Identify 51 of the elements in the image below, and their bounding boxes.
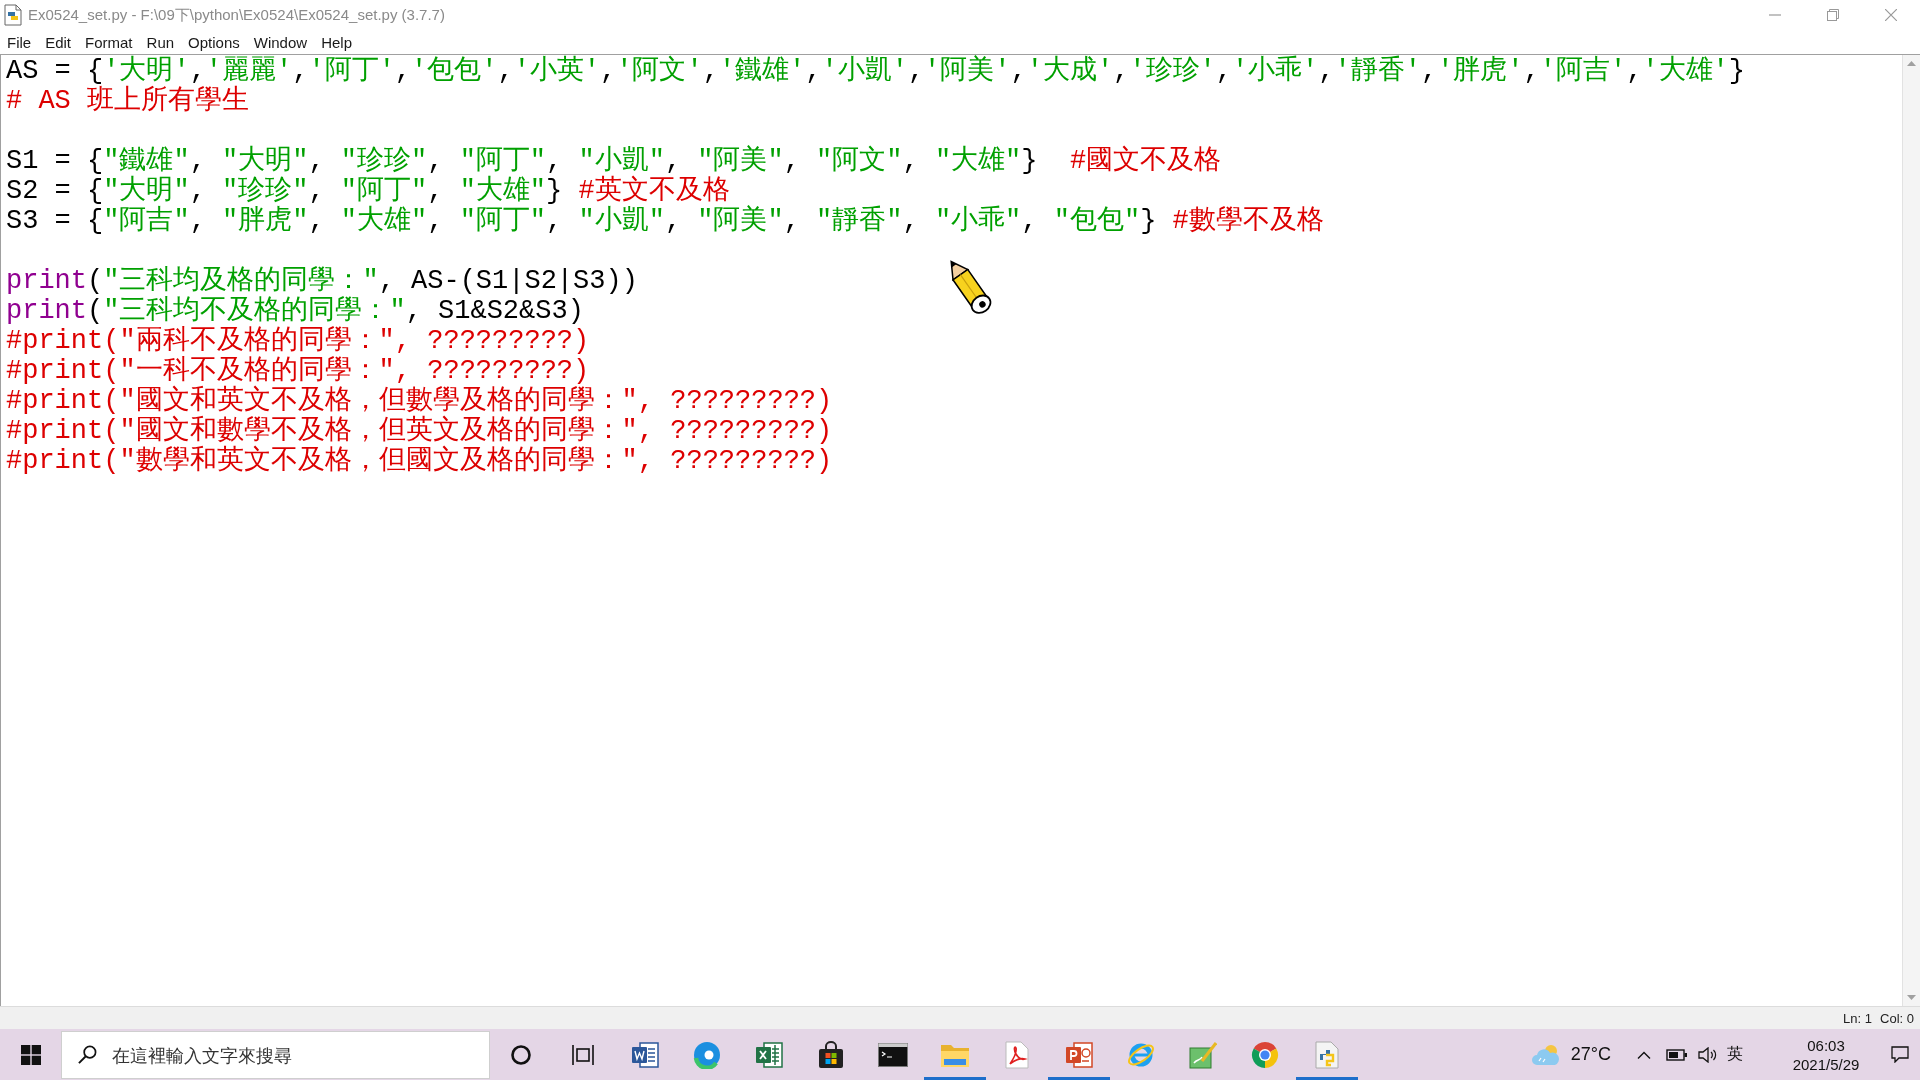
code-line: print("三科均及格的同學：", AS-(S1|S2|S3)) bbox=[6, 266, 638, 296]
terminal-icon bbox=[878, 1042, 908, 1067]
scroll-down-icon[interactable] bbox=[1907, 995, 1916, 1000]
status-text: Ln: 1 bbox=[1843, 1010, 1873, 1026]
input-language-indicator[interactable]: 英 bbox=[1727, 1044, 1743, 1065]
ring-icon[interactable] bbox=[511, 1044, 531, 1065]
browser-icon bbox=[1251, 1040, 1279, 1069]
close-icon[interactable] bbox=[1885, 9, 1897, 21]
clock-time[interactable]: 06:03 bbox=[1807, 1035, 1845, 1055]
task-view-icon[interactable] bbox=[572, 1044, 594, 1065]
menu-item[interactable]: Run bbox=[139, 33, 182, 51]
menu-item[interactable]: Options bbox=[181, 33, 247, 51]
code-line: S2 = {"大明", "珍珍", "阿丁", "大雄"} #英文不及格 bbox=[6, 176, 730, 206]
shopping-bag-icon bbox=[818, 1040, 844, 1069]
code-line: #print("一科不及格的同學：", ?????????) bbox=[6, 356, 590, 386]
code-line: #print("數學和英文不及格，但國文及格的同學：", ?????????) bbox=[6, 446, 833, 476]
presentation-icon bbox=[1065, 1041, 1093, 1068]
python-icon bbox=[1315, 1040, 1339, 1069]
menu-item[interactable]: Edit bbox=[38, 33, 79, 51]
browser-icon bbox=[693, 1040, 721, 1069]
search-field[interactable]: 在這裡輸入文字來搜尋 bbox=[61, 1031, 490, 1079]
restore-icon[interactable] bbox=[1827, 9, 1839, 21]
code-line: #print("國文和英文不及格，但數學及格的同學：", ?????????) bbox=[6, 386, 833, 416]
battery-icon[interactable] bbox=[1666, 1047, 1688, 1062]
menu-item[interactable]: Help bbox=[314, 33, 359, 51]
menu-item[interactable]: Window bbox=[246, 33, 315, 51]
chevron-up-icon[interactable] bbox=[1637, 1050, 1651, 1059]
pdf-icon bbox=[1005, 1040, 1029, 1069]
paint-icon bbox=[1189, 1040, 1217, 1069]
code-line: S1 = {"鐵雄", "大明", "珍珍", "阿丁", "小凱", "阿美", "阿文", "大雄"} #國文不及格 bbox=[6, 146, 1222, 176]
code-line: print("三科均不及格的同學：", S1&S2&S3) bbox=[6, 296, 584, 326]
status-text: Col: 0 bbox=[1880, 1010, 1914, 1026]
code-line: #print("兩科不及格的同學：", ?????????) bbox=[6, 326, 590, 356]
window-title: Ex0524_set.py - F:\09下\python\Ex0524\Ex0524_set.py (3.7.7) bbox=[28, 5, 445, 25]
code-line: #print("國文和數學不及格，但英文及格的同學：", ?????????) bbox=[6, 416, 833, 446]
scroll-up-icon[interactable] bbox=[1907, 61, 1916, 66]
word-processor-icon bbox=[631, 1041, 659, 1068]
notification-icon[interactable] bbox=[1891, 1046, 1909, 1063]
spreadsheet-icon bbox=[755, 1041, 783, 1068]
speaker-icon[interactable] bbox=[1698, 1046, 1717, 1063]
menu-item[interactable]: Format bbox=[78, 33, 140, 51]
clock-date[interactable]: 2021/5/29 bbox=[1792, 1054, 1860, 1074]
search-icon bbox=[78, 1045, 97, 1064]
vertical-scrollbar[interactable] bbox=[1902, 55, 1920, 1006]
code-line: # AS 班上所有學生 bbox=[6, 86, 249, 116]
menu-item[interactable]: File bbox=[0, 33, 39, 51]
start-icon[interactable] bbox=[20, 1044, 41, 1065]
weather-temperature[interactable]: 27°C bbox=[1570, 1044, 1611, 1065]
code-line: S3 = {"阿吉", "胖虎", "大雄", "阿丁", "小凱", "阿美", "靜香", "小乖", "包包"} #數學不及格 bbox=[6, 206, 1324, 236]
file-icon bbox=[3, 4, 23, 26]
code-line: AS = {'大明','麗麗','阿丁','包包','小英','阿文','鐵雄','小凱','阿美','大成','珍珍','小乖','靜香','胖虎','阿吉','大雄'} bbox=[6, 56, 1745, 86]
